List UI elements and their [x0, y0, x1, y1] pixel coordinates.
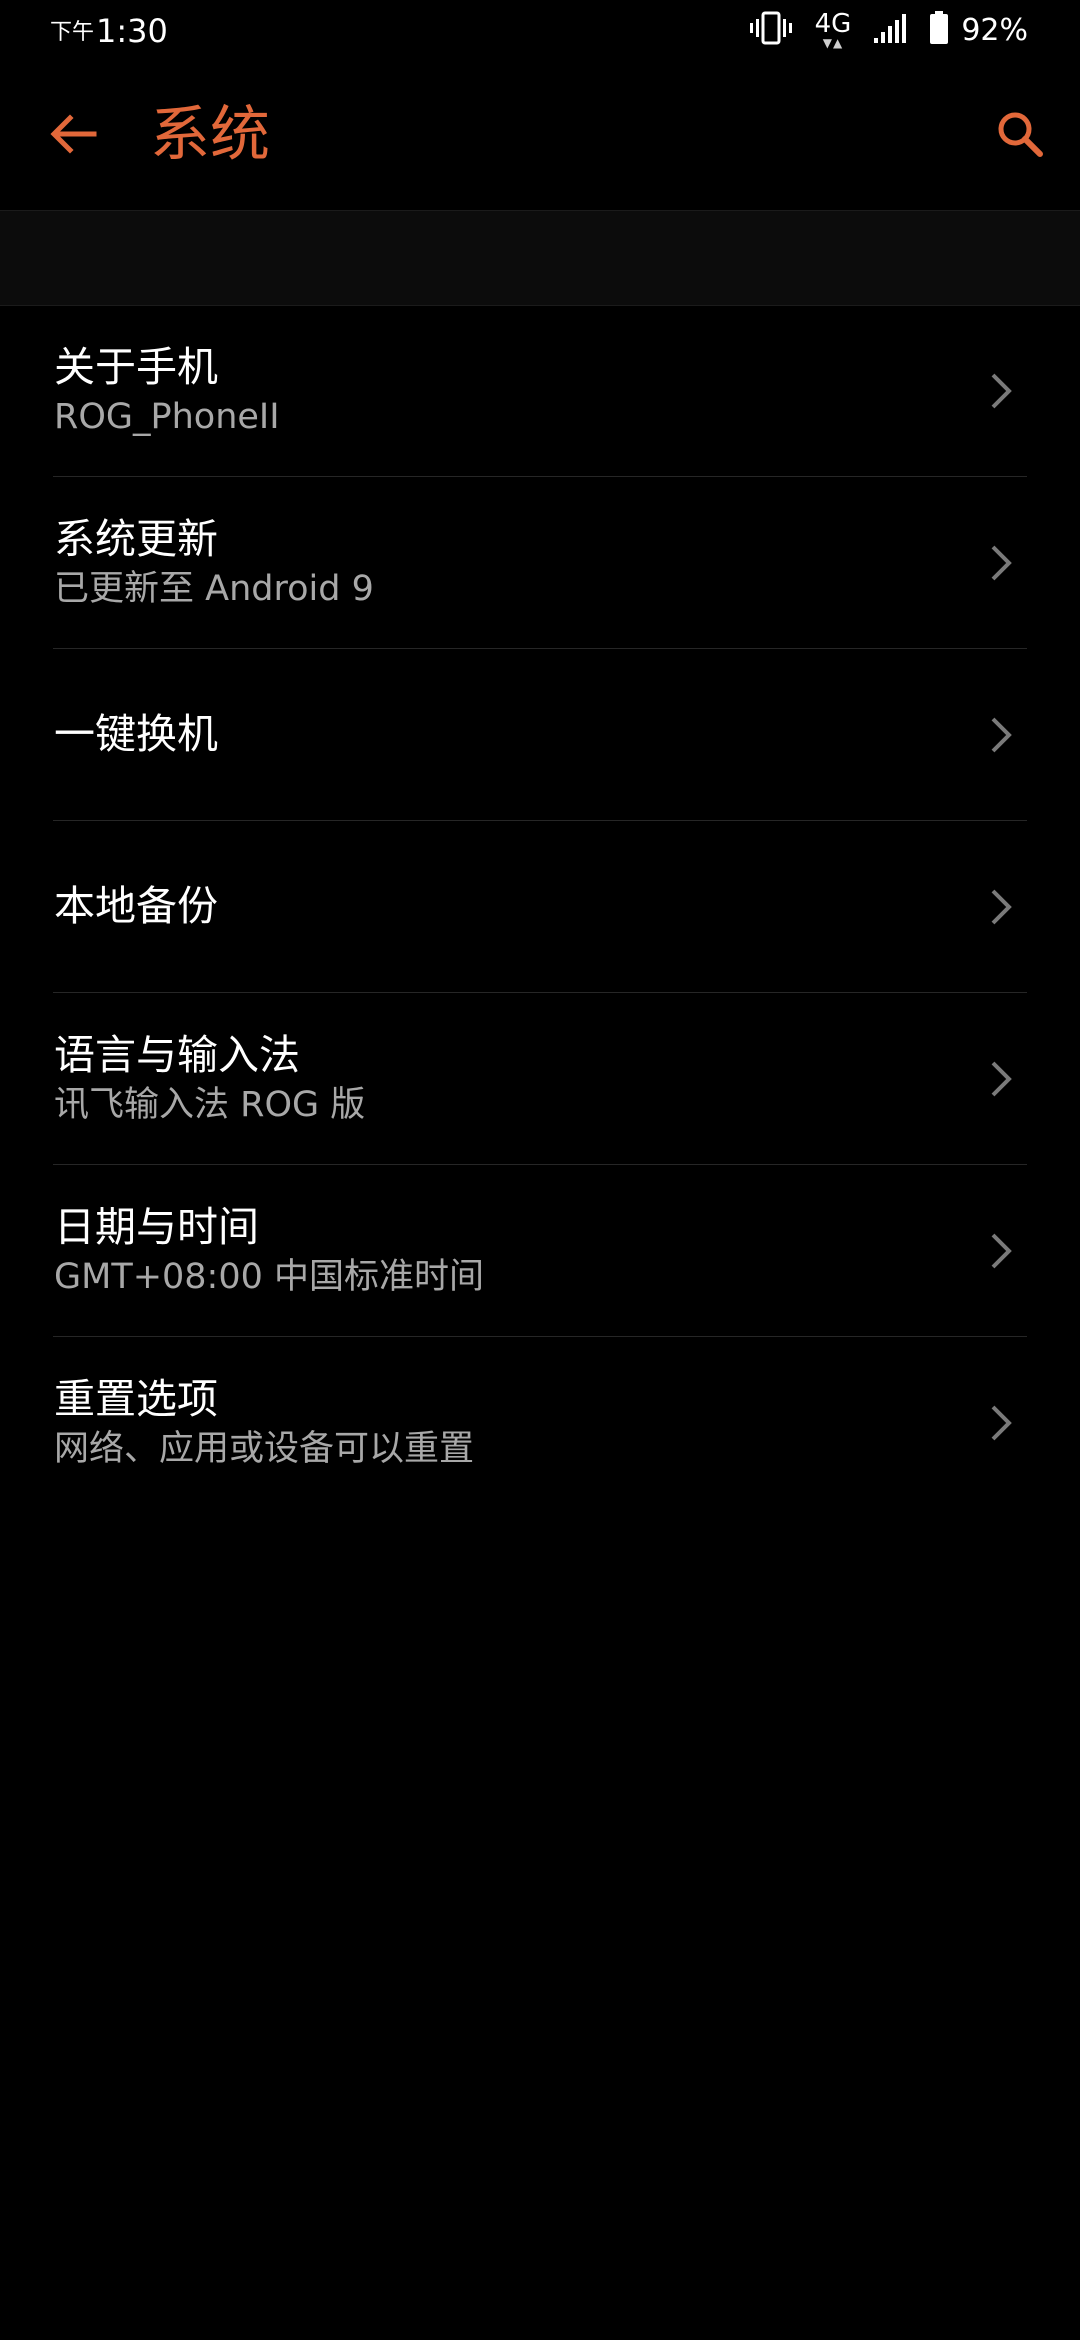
- page-title: 系统: [150, 100, 270, 170]
- item-title: 一键换机: [54, 710, 218, 759]
- settings-item-date-time[interactable]: 日期与时间 GMT+08:00 中国标准时间: [0, 1165, 1080, 1337]
- item-text: 重置选项 网络、应用或设备可以重置: [54, 1337, 474, 1509]
- chevron-right-icon: [978, 1056, 1024, 1102]
- battery-icon: [929, 11, 949, 49]
- signal-icon: [873, 12, 907, 48]
- chevron-right-icon: [978, 540, 1024, 586]
- back-button[interactable]: [36, 96, 112, 172]
- status-bar: 下午 1:30 4G ▼▲ 92%: [0, 0, 1080, 60]
- item-text: 系统更新 已更新至 Android 9: [54, 477, 374, 649]
- vibrate-icon: [749, 11, 793, 49]
- status-icons: 4G ▼▲ 92%: [727, 8, 1028, 52]
- chevron-right-icon: [978, 368, 1024, 414]
- item-subtitle: ROG_PhoneII: [54, 396, 280, 437]
- item-title: 系统更新: [54, 514, 218, 563]
- app-bar: 系统: [0, 60, 1080, 210]
- search-icon: [998, 112, 1043, 157]
- settings-item-about-phone[interactable]: 关于手机 ROG_PhoneII: [0, 305, 1080, 477]
- item-title: 日期与时间: [54, 1202, 259, 1251]
- item-text: 日期与时间 GMT+08:00 中国标准时间: [54, 1165, 484, 1337]
- item-title: 本地备份: [54, 882, 218, 931]
- chevron-right-icon: [978, 712, 1024, 758]
- settings-item-system-update[interactable]: 系统更新 已更新至 Android 9: [0, 477, 1080, 649]
- item-text: 本地备份: [54, 821, 218, 993]
- status-ampm: 下午: [50, 20, 95, 45]
- item-subtitle: 已更新至 Android 9: [54, 568, 374, 609]
- battery-percentage: 92%: [961, 12, 1028, 48]
- item-title: 关于手机: [54, 342, 218, 391]
- status-time: 下午 1:30: [50, 10, 168, 50]
- status-clock: 1:30: [96, 12, 168, 50]
- arrow-back-icon: [50, 114, 97, 154]
- chevron-right-icon: [978, 1400, 1024, 1446]
- settings-list: 关于手机 ROG_PhoneII 系统更新 已更新至 Android 9 一键换…: [0, 305, 1080, 1509]
- item-title: 语言与输入法: [54, 1030, 300, 1079]
- item-title: 重置选项: [54, 1374, 218, 1423]
- settings-item-local-backup[interactable]: 本地备份: [0, 821, 1080, 993]
- chevron-right-icon: [978, 1228, 1024, 1274]
- settings-item-reset-options[interactable]: 重置选项 网络、应用或设备可以重置: [0, 1337, 1080, 1509]
- settings-item-phone-switch[interactable]: 一键换机: [0, 649, 1080, 821]
- item-subtitle: 网络、应用或设备可以重置: [54, 1428, 475, 1469]
- section-header-strip: [0, 210, 1080, 306]
- network-4g-icon: 4G ▼▲: [815, 11, 852, 49]
- item-text: 关于手机 ROG_PhoneII: [54, 305, 280, 477]
- item-subtitle: 讯飞输入法 ROG 版: [54, 1084, 366, 1125]
- network-type: 4G: [814, 9, 852, 39]
- item-subtitle: GMT+08:00 中国标准时间: [54, 1256, 485, 1297]
- data-activity-icon: ▼▲: [822, 36, 844, 50]
- chevron-right-icon: [978, 884, 1024, 930]
- item-text: 语言与输入法 讯飞输入法 ROG 版: [54, 993, 365, 1165]
- settings-item-language-input[interactable]: 语言与输入法 讯飞输入法 ROG 版: [0, 993, 1080, 1165]
- item-text: 一键换机: [54, 649, 218, 821]
- search-button[interactable]: [982, 96, 1058, 172]
